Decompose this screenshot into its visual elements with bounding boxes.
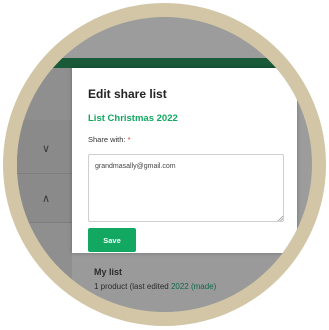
share-with-label-text: Share with: — [88, 135, 126, 144]
resize-grip-icon[interactable] — [277, 215, 283, 221]
page-scene: ∨ ∧ My list 1 product (last edited 2022 … — [17, 17, 312, 312]
site-header-bar — [17, 58, 312, 68]
my-list-meta-text: 1 product (last edited — [94, 282, 171, 291]
my-list-meta-link[interactable]: 2022 (made) — [171, 282, 216, 291]
modal-title: Edit share list — [88, 87, 167, 101]
share-with-label: Share with: * — [88, 135, 131, 144]
save-button[interactable]: Save — [88, 228, 136, 252]
magnifier-lens: ∨ ∧ My list 1 product (last edited 2022 … — [17, 17, 312, 312]
left-row[interactable]: ∨ — [17, 120, 72, 174]
my-list-heading: My list — [94, 267, 123, 277]
dimmed-left-panel: ∨ ∧ — [17, 68, 72, 312]
list-name: List Christmas 2022 — [88, 113, 178, 124]
edit-share-list-modal: Edit share list List Christmas 2022 Shar… — [72, 68, 297, 253]
chevron-down-icon[interactable]: ∨ — [42, 142, 50, 155]
magnifier-frame: ∨ ∧ My list 1 product (last edited 2022 … — [3, 3, 326, 326]
my-list-meta: 1 product (last edited 2022 (made) — [94, 282, 216, 291]
chevron-up-icon[interactable]: ∧ — [42, 192, 50, 205]
share-with-textarea[interactable]: grandmasally@gmail.com — [88, 154, 284, 222]
left-row[interactable]: ∧ — [17, 174, 72, 223]
required-asterisk: * — [127, 135, 131, 144]
